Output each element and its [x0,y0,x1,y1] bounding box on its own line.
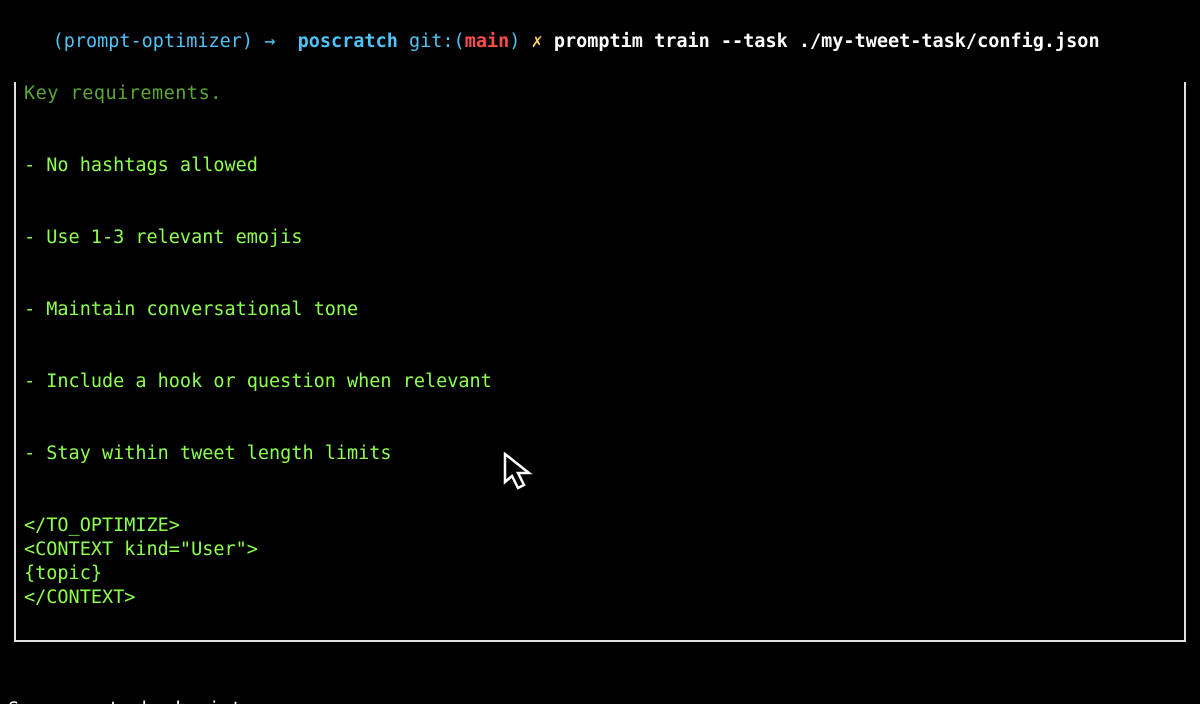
git-dirty-icon: ✗ [532,31,543,52]
checkpoint-section: See prompt checkpoint: https://smith.lan… [8,650,1192,704]
prompt-panel: Key requirements. - No hashtags allowed … [14,82,1186,642]
venv-name: (prompt-optimizer) [53,31,253,52]
bullet-item: Stay within tweet length limits [46,443,391,464]
bullet-item: Include a hook or question when relevant [46,371,492,392]
shell-prompt[interactable]: (prompt-optimizer) → poscratch git:(main… [8,6,1192,78]
context-close-tag: </CONTEXT> [24,586,1176,610]
bullet-item: Maintain conversational tone [46,299,358,320]
truncated-header: Key requirements. [24,82,1176,106]
checkpoint-label: See prompt checkpoint: [8,698,1192,704]
bullet-item: No hashtags allowed [46,155,258,176]
command-text: promptim train --task ./my-tweet-task/co… [554,31,1100,52]
cwd: poscratch [298,31,398,52]
close-optimize-tag: </TO_OPTIMIZE> [24,514,1176,538]
context-body: {topic} [24,562,1176,586]
context-open-tag: <CONTEXT kind="User"> [24,538,1176,562]
git-suffix: ) [509,31,520,52]
bullet-item: Use 1-3 relevant emojis [46,227,302,248]
requirements-list: - No hashtags allowed - Use 1-3 relevant… [24,106,1176,514]
prompt-arrow-icon: → [264,31,275,52]
git-branch: main [465,31,510,52]
git-prefix: git:( [409,31,465,52]
